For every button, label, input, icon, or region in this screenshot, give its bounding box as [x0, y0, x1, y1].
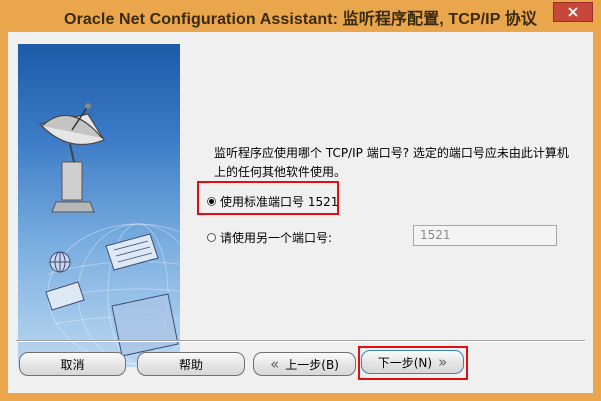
button-separator	[16, 340, 585, 342]
other-port-label: 请使用另一个端口号:	[220, 231, 333, 245]
chevron-right-icon: »	[438, 352, 448, 371]
help-button[interactable]: 帮助	[137, 352, 245, 376]
wizard-side-banner	[18, 44, 180, 367]
next-button[interactable]: 下一步(N) »	[361, 350, 464, 374]
standard-port-radio[interactable]	[207, 197, 216, 206]
standard-port-label: 使用标准端口号 1521	[220, 195, 339, 209]
help-button-label: 帮助	[178, 357, 203, 372]
close-button[interactable]	[553, 2, 593, 22]
close-icon	[568, 7, 578, 17]
chevron-left-icon: «	[270, 354, 280, 373]
prompt-line-1: 监听程序应使用哪个 TCP/IP 端口号? 选定的端口号应未由此计算机	[214, 146, 569, 160]
port-number-input[interactable]: 1521	[413, 225, 557, 246]
globe-icon	[49, 251, 71, 273]
wizard-content: 监听程序应使用哪个 TCP/IP 端口号? 选定的端口号应未由此计算机 上的任何…	[8, 32, 593, 393]
port-question-text: 监听程序应使用哪个 TCP/IP 端口号? 选定的端口号应未由此计算机 上的任何…	[214, 144, 584, 182]
back-button[interactable]: « 上一步(B)	[253, 352, 356, 376]
next-button-label: 下一步(N)	[377, 355, 433, 370]
standard-port-option[interactable]: 使用标准端口号 1521	[207, 193, 338, 210]
back-button-label: 上一步(B)	[285, 357, 339, 372]
satellite-dish-icon	[38, 103, 105, 213]
other-port-option[interactable]: 请使用另一个端口号:	[207, 229, 332, 246]
title-bar: Oracle Net Configuration Assistant: 监听程序…	[0, 0, 601, 32]
network-illustration	[38, 103, 180, 365]
other-port-radio[interactable]	[207, 233, 216, 242]
cancel-button[interactable]: 取消	[19, 352, 126, 376]
prompt-line-2: 上的任何其他软件使用。	[214, 165, 347, 179]
window-title: Oracle Net Configuration Assistant: 监听程序…	[64, 11, 537, 28]
cancel-button-label: 取消	[60, 357, 85, 372]
wizard-window: Oracle Net Configuration Assistant: 监听程序…	[0, 0, 601, 401]
